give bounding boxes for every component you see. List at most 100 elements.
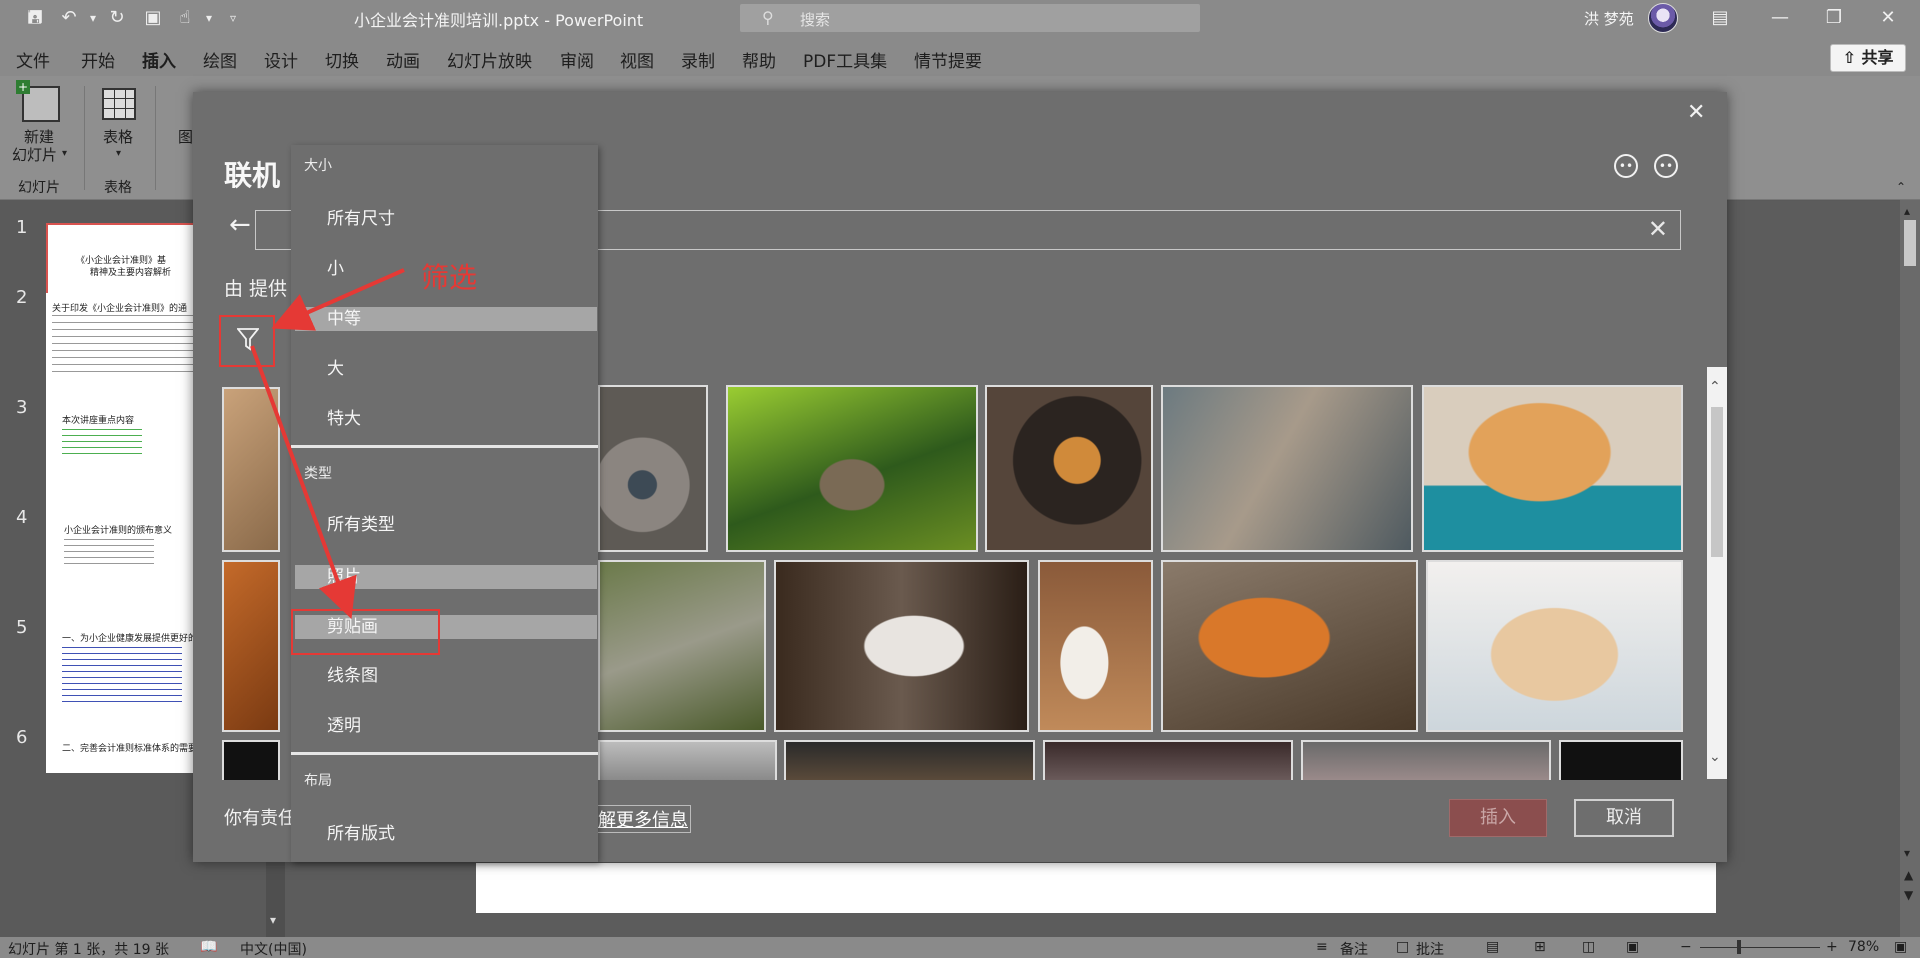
undo-icon[interactable]: ↶ [56, 6, 82, 30]
learn-more-link[interactable]: 解更多信息 [595, 805, 691, 833]
search-result-image[interactable] [774, 560, 1029, 732]
zoom-slider[interactable] [1700, 947, 1820, 948]
filter-size-medium[interactable]: 中等 [295, 307, 597, 331]
minimize-icon[interactable]: — [1760, 4, 1800, 32]
normal-view-icon[interactable]: ▤ [1486, 939, 1499, 955]
fit-to-window-icon[interactable]: ▣ [1894, 939, 1907, 955]
tab-insert[interactable]: 插入 [142, 47, 176, 80]
slideshow-view-icon[interactable]: ▣ [1626, 939, 1639, 955]
search-result-image[interactable] [1161, 560, 1418, 732]
filter-type-transparent[interactable]: 透明 [295, 714, 595, 738]
tab-storyboard[interactable]: 情节提要 [914, 47, 982, 72]
close-icon[interactable]: ✕ [1687, 100, 1705, 125]
scroll-up-icon[interactable]: ⌃ [1709, 379, 1721, 395]
search-result-image[interactable] [726, 385, 978, 552]
frown-feedback-icon[interactable]: •• [1654, 154, 1678, 178]
table-icon[interactable] [102, 88, 136, 120]
close-window-icon[interactable]: ✕ [1868, 4, 1908, 32]
tab-transitions[interactable]: 切换 [325, 47, 359, 72]
tab-home[interactable]: 开始 [81, 47, 115, 72]
comments-icon[interactable]: □ [1396, 939, 1409, 955]
notes-icon[interactable]: ≡ [1316, 939, 1328, 955]
tab-review[interactable]: 审阅 [560, 47, 594, 72]
tab-record[interactable]: 录制 [681, 47, 715, 72]
scroll-down-icon[interactable]: ▾ [1904, 846, 1910, 860]
search-result-image[interactable] [1301, 740, 1551, 780]
new-slide-dropdown-icon[interactable]: ▾ [62, 148, 67, 159]
table-label[interactable]: 表格 [103, 128, 133, 146]
filter-size-xlarge[interactable]: 特大 [295, 407, 595, 431]
scroll-thumb[interactable] [1711, 407, 1723, 557]
language-indicator[interactable]: 中文(中国) [240, 939, 307, 958]
touch-mode-icon[interactable]: ☝ [172, 6, 198, 30]
share-button[interactable]: ⇧ 共享 [1830, 44, 1906, 72]
notes-button[interactable]: 备注 [1340, 939, 1368, 958]
ribbon-display-icon[interactable]: ▤ [1700, 4, 1740, 32]
next-slide-icon[interactable]: ▼ [1904, 888, 1913, 902]
search-result-image[interactable] [598, 560, 766, 732]
collapse-ribbon-icon[interactable]: ⌃ [1896, 180, 1906, 194]
tab-view[interactable]: 视图 [620, 47, 654, 72]
previous-slide-icon[interactable]: ▲ [1904, 868, 1913, 882]
zoom-in-icon[interactable]: + [1826, 939, 1838, 955]
scroll-down-icon[interactable]: ▾ [270, 913, 276, 927]
search-result-image[interactable] [1559, 740, 1683, 780]
search-result-image[interactable] [1038, 560, 1153, 732]
zoom-level[interactable]: 78% [1848, 939, 1879, 955]
search-result-image[interactable] [1422, 385, 1683, 552]
scroll-down-icon[interactable]: ⌄ [1709, 749, 1721, 765]
scroll-thumb[interactable] [1904, 220, 1916, 266]
results-scrollbar[interactable]: ⌃ ⌄ [1707, 367, 1727, 779]
reading-view-icon[interactable]: ◫ [1582, 939, 1595, 955]
back-arrow-icon[interactable]: ← [229, 210, 251, 240]
canvas-scrollbar[interactable]: ▴ ▾ ▲ ▼ [1900, 200, 1920, 937]
comments-button[interactable]: 批注 [1416, 939, 1444, 958]
table-dropdown-icon[interactable]: ▾ [116, 148, 121, 159]
new-slide-icon[interactable]: + [16, 80, 60, 122]
search-result-image[interactable] [985, 385, 1153, 552]
tab-file[interactable]: 文件 [16, 47, 50, 72]
current-slide[interactable] [476, 863, 1716, 913]
filter-button[interactable] [219, 315, 275, 367]
user-name[interactable]: 洪 梦苑 [1584, 8, 1634, 29]
tab-animations[interactable]: 动画 [386, 47, 420, 72]
search-result-image[interactable] [222, 560, 280, 732]
search-result-image[interactable] [598, 740, 777, 780]
filter-size-large[interactable]: 大 [295, 357, 595, 381]
filter-type-photo[interactable]: 照片 [295, 565, 597, 589]
search-result-image[interactable] [1161, 385, 1413, 552]
tab-design[interactable]: 设计 [264, 47, 298, 72]
tab-help[interactable]: 帮助 [742, 47, 776, 72]
search-result-image[interactable] [222, 387, 280, 552]
filter-layout-all[interactable]: 所有版式 [295, 822, 595, 846]
save-icon[interactable]: 🖪 [22, 6, 48, 30]
customize-qat-icon[interactable]: ▿ [220, 6, 246, 30]
restore-icon[interactable]: ❐ [1814, 4, 1854, 32]
filter-size-all[interactable]: 所有尺寸 [295, 207, 595, 231]
slide-sorter-icon[interactable]: ⊞ [1534, 939, 1546, 955]
smile-feedback-icon[interactable]: •• [1614, 154, 1638, 178]
search-result-image[interactable] [1043, 740, 1293, 780]
search-result-image[interactable] [598, 385, 708, 552]
insert-button[interactable]: 插入 [1449, 799, 1547, 837]
undo-dropdown-icon[interactable]: ▾ [80, 6, 106, 30]
accessibility-icon[interactable]: 📖 [200, 939, 217, 955]
zoom-slider-thumb[interactable] [1737, 940, 1741, 954]
avatar[interactable] [1648, 3, 1678, 33]
search-result-image[interactable] [784, 740, 1035, 780]
cancel-button[interactable]: 取消 [1574, 799, 1674, 837]
search-result-image[interactable] [222, 740, 280, 780]
tab-draw[interactable]: 绘图 [203, 47, 237, 72]
touch-dropdown-icon[interactable]: ▾ [196, 6, 222, 30]
new-slide-label[interactable]: 新建 [24, 128, 54, 146]
tab-slideshow[interactable]: 幻灯片放映 [447, 47, 532, 72]
tab-pdf-tools[interactable]: PDF工具集 [803, 47, 887, 72]
clear-search-icon[interactable]: ✕ [1648, 215, 1668, 243]
redo-icon[interactable]: ↻ [104, 6, 130, 30]
search-box[interactable]: ⚲ 搜索 [740, 4, 1200, 32]
filter-type-line-drawing[interactable]: 线条图 [295, 664, 595, 688]
picture-label[interactable]: 图 [178, 128, 193, 146]
filter-type-all[interactable]: 所有类型 [295, 513, 595, 537]
scroll-up-icon[interactable]: ▴ [1904, 204, 1910, 218]
search-result-image[interactable] [1426, 560, 1683, 732]
